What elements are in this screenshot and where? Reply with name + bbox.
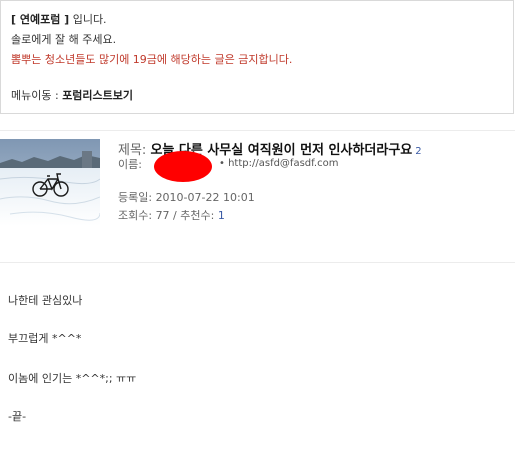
warning-text: 뽐뿌는 청소년들도 많기에 19금에 해당하는 글은 금지합니다. <box>11 53 293 66</box>
post-date: 2010-07-22 10:01 <box>155 191 255 204</box>
divider <box>0 130 515 131</box>
forum-intro: [ 연예포럼 ] 입니다. <box>11 11 107 27</box>
author-homepage[interactable]: • http://asfd@fasdf.com <box>219 158 338 169</box>
author-row: 이름: • http://asfd@fasdf.com <box>118 151 338 182</box>
stats-separator: / <box>169 209 181 222</box>
bullet-icon: • <box>219 158 225 169</box>
date-row: 등록일: 2010-07-22 10:01 <box>118 189 255 205</box>
post-body-line: -끝- <box>8 410 27 423</box>
forum-notice: [ 연예포럼 ] 입니다. 솔로에게 잘 해 주세요. 뽐뿌는 청소년들도 많기… <box>0 0 514 114</box>
divider <box>0 262 515 263</box>
recommend-label: 추천수: <box>180 209 218 222</box>
forum-list-link[interactable]: 포럼리스트보기 <box>62 89 133 102</box>
menu-label: 메뉴이동 : <box>11 89 63 102</box>
view-count: 77 <box>155 209 170 222</box>
forum-intro-suffix: 입니다. <box>69 13 107 26</box>
name-label: 이름: <box>118 158 142 171</box>
stats-row: 조회수: 77 / 추천수: 1 <box>118 207 225 223</box>
post-body-line: 부끄럽게 *^^* <box>8 332 82 345</box>
bicycle-snow-photo <box>0 139 100 226</box>
views-label: 조회수: <box>118 209 156 222</box>
post-body-line: 나한테 관심있나 <box>8 294 83 307</box>
redacted-author-name[interactable] <box>154 151 212 182</box>
author-thumbnail[interactable] <box>0 139 100 226</box>
date-label: 등록일: <box>118 191 156 204</box>
comment-count[interactable]: 2 <box>415 146 421 157</box>
post-body-line: 이놈에 인기는 *^^*;; ㅠㅠ <box>8 372 137 385</box>
menu-navigation: 메뉴이동 : 포럼리스트보기 <box>11 87 133 103</box>
recommend-count: 1 <box>217 209 225 222</box>
forum-name: [ 연예포럼 ] <box>11 13 70 26</box>
greeting-text: 솔로에게 잘 해 주세요. <box>11 33 117 46</box>
homepage-url: http://asfd@fasdf.com <box>228 158 339 169</box>
